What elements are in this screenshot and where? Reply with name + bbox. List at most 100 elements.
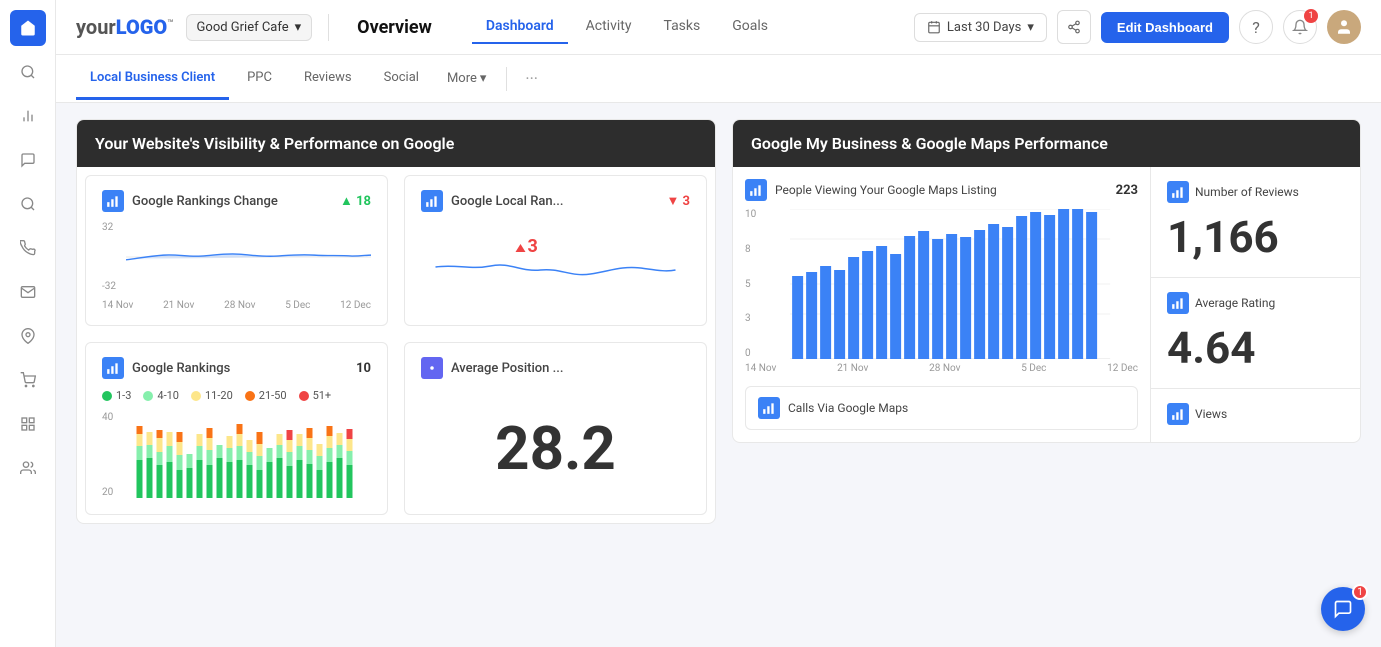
gmb-chart-header: People Viewing Your Google Maps Listing … xyxy=(745,179,1138,201)
sidebar xyxy=(0,0,56,647)
calls-icon xyxy=(758,397,780,419)
sections-row: Your Website's Visibility & Performance … xyxy=(76,119,1361,524)
local-rankings-wavy-chart: 3 xyxy=(421,222,690,302)
views-stat: Views xyxy=(1151,389,1360,442)
legend-11-20: 11-20 xyxy=(191,389,233,402)
sidebar-email-icon[interactable] xyxy=(10,274,46,310)
sidebar-search-icon[interactable] xyxy=(10,54,46,90)
sub-tab-more[interactable]: More ▾ xyxy=(437,59,496,98)
rankings-change-title-area: Google Rankings Change xyxy=(102,190,278,212)
gmb-section-title: Google My Business & Google Maps Perform… xyxy=(751,134,1108,153)
edit-dashboard-button[interactable]: Edit Dashboard xyxy=(1101,12,1229,43)
date-range-chevron: ▾ xyxy=(1027,20,1034,35)
reviews-label: Number of Reviews xyxy=(1195,185,1299,199)
gmb-section: Google My Business & Google Maps Perform… xyxy=(732,119,1361,524)
local-rankings-chart: 3 xyxy=(421,222,690,302)
calls-title-area: Calls Via Google Maps xyxy=(758,397,908,419)
legend-1-3: 1-3 xyxy=(102,389,131,402)
y-label-20: 20 xyxy=(102,487,118,498)
logo-tm: ™ xyxy=(167,18,173,29)
sidebar-users-icon[interactable] xyxy=(10,450,46,486)
gmb-y-axis: 10 8 5 3 0 xyxy=(745,209,762,359)
rankings-title-area: Google Rankings xyxy=(102,357,230,379)
local-rankings-header: Google Local Ran... ▼ 3 xyxy=(421,190,690,212)
google-rankings-card: Google Rankings 10 1-3 xyxy=(85,342,388,515)
sub-tab-local-business[interactable]: Local Business Client xyxy=(76,58,229,100)
gmb-y-10: 10 xyxy=(745,209,756,220)
website-section-wrapper: Your Website's Visibility & Performance … xyxy=(76,119,716,524)
chat-button[interactable]: 1 xyxy=(1321,587,1365,631)
legend-dot-21-50 xyxy=(245,391,255,401)
x-label-1: 14 Nov xyxy=(102,300,133,311)
sub-nav-overflow-button[interactable]: ··· xyxy=(517,61,546,96)
more-chevron-icon: ▾ xyxy=(480,71,487,86)
views-label: Views xyxy=(1195,407,1227,421)
legend-label-11-20: 11-20 xyxy=(205,389,233,402)
tab-activity[interactable]: Activity xyxy=(572,10,646,44)
website-section-header: Your Website's Visibility & Performance … xyxy=(77,120,715,167)
sidebar-phone-icon[interactable] xyxy=(10,230,46,266)
avg-rating-header: Average Rating xyxy=(1167,292,1344,314)
legend-dot-11-20 xyxy=(191,391,201,401)
views-icon xyxy=(1167,403,1189,425)
sub-tab-social[interactable]: Social xyxy=(370,58,433,100)
help-button[interactable]: ? xyxy=(1239,10,1273,44)
legend-label-4-10: 4-10 xyxy=(157,389,179,402)
sidebar-reports-icon[interactable] xyxy=(10,406,46,442)
rankings-change-icon xyxy=(102,190,124,212)
legend-21-50: 21-50 xyxy=(245,389,287,402)
rankings-change-x-labels: 14 Nov 21 Nov 28 Nov 5 Dec 12 Dec xyxy=(102,300,371,311)
number-of-reviews-stat: Number of Reviews 1,166 xyxy=(1151,167,1360,278)
reviews-stat-header: Number of Reviews xyxy=(1167,181,1344,203)
avg-pos-icon xyxy=(421,357,443,379)
more-label: More xyxy=(447,71,477,86)
sidebar-search2-icon[interactable] xyxy=(10,186,46,222)
legend-dot-51plus xyxy=(299,391,309,401)
tab-goals[interactable]: Goals xyxy=(718,10,782,44)
sub-nav-divider xyxy=(506,67,507,91)
x-label-3: 28 Nov xyxy=(224,300,255,311)
avg-rating-label: Average Rating xyxy=(1195,296,1275,310)
rankings-header: Google Rankings 10 xyxy=(102,357,371,379)
sub-tab-ppc[interactable]: PPC xyxy=(233,58,286,100)
rankings-change-header: Google Rankings Change ▲ 18 xyxy=(102,190,371,212)
gmb-chart-area: People Viewing Your Google Maps Listing … xyxy=(733,167,1150,442)
gmb-x-4: 5 Dec xyxy=(1021,363,1046,374)
local-rankings-title: Google Local Ran... xyxy=(451,194,563,209)
calls-title: Calls Via Google Maps xyxy=(788,401,908,415)
rankings-change-chart xyxy=(126,222,371,292)
logo-logo: LOGO xyxy=(116,15,167,39)
client-name: Good Grief Cafe xyxy=(197,20,289,35)
legend-51plus: 51+ xyxy=(299,389,332,402)
average-position-card: Average Position ... 28.2 xyxy=(404,342,707,515)
tab-dashboard[interactable]: Dashboard xyxy=(472,10,568,44)
user-avatar[interactable] xyxy=(1327,10,1361,44)
tab-tasks[interactable]: Tasks xyxy=(649,10,714,44)
sub-tab-reviews[interactable]: Reviews xyxy=(290,58,366,100)
rankings-title: Google Rankings xyxy=(132,361,230,376)
sidebar-home-icon[interactable] xyxy=(10,10,46,46)
avg-rating-value: 4.64 xyxy=(1167,322,1344,374)
share-button[interactable] xyxy=(1057,10,1091,44)
avg-pos-value: 28.2 xyxy=(495,413,616,484)
client-selector[interactable]: Good Grief Cafe ▾ xyxy=(186,14,313,41)
gmb-x-5: 12 Dec xyxy=(1107,363,1138,374)
gmb-x-axis: 14 Nov 21 Nov 28 Nov 5 Dec 12 Dec xyxy=(745,363,1138,374)
legend-dot-4-10 xyxy=(143,391,153,401)
sidebar-analytics-icon[interactable] xyxy=(10,98,46,134)
sidebar-location-icon[interactable] xyxy=(10,318,46,354)
local-rankings-badge: ▼ 3 xyxy=(666,193,690,209)
notification-button[interactable]: 1 xyxy=(1283,10,1317,44)
gmb-x-2: 21 Nov xyxy=(837,363,868,374)
gmb-stats-column: Number of Reviews 1,166 xyxy=(1150,167,1360,442)
overview-title: Overview xyxy=(357,17,448,38)
avg-rating-icon xyxy=(1167,292,1189,314)
sidebar-cart-icon[interactable] xyxy=(10,362,46,398)
gmb-section-header: Google My Business & Google Maps Perform… xyxy=(733,120,1360,167)
gmb-x-3: 28 Nov xyxy=(929,363,960,374)
sidebar-chat-icon[interactable] xyxy=(10,142,46,178)
sub-navigation: Local Business Client PPC Reviews Social… xyxy=(56,55,1381,103)
top-nav-right: Last 30 Days ▾ Edit Dashboard ? 1 xyxy=(914,10,1361,44)
date-range-button[interactable]: Last 30 Days ▾ xyxy=(914,13,1047,42)
average-rating-stat: Average Rating 4.64 xyxy=(1151,278,1360,389)
